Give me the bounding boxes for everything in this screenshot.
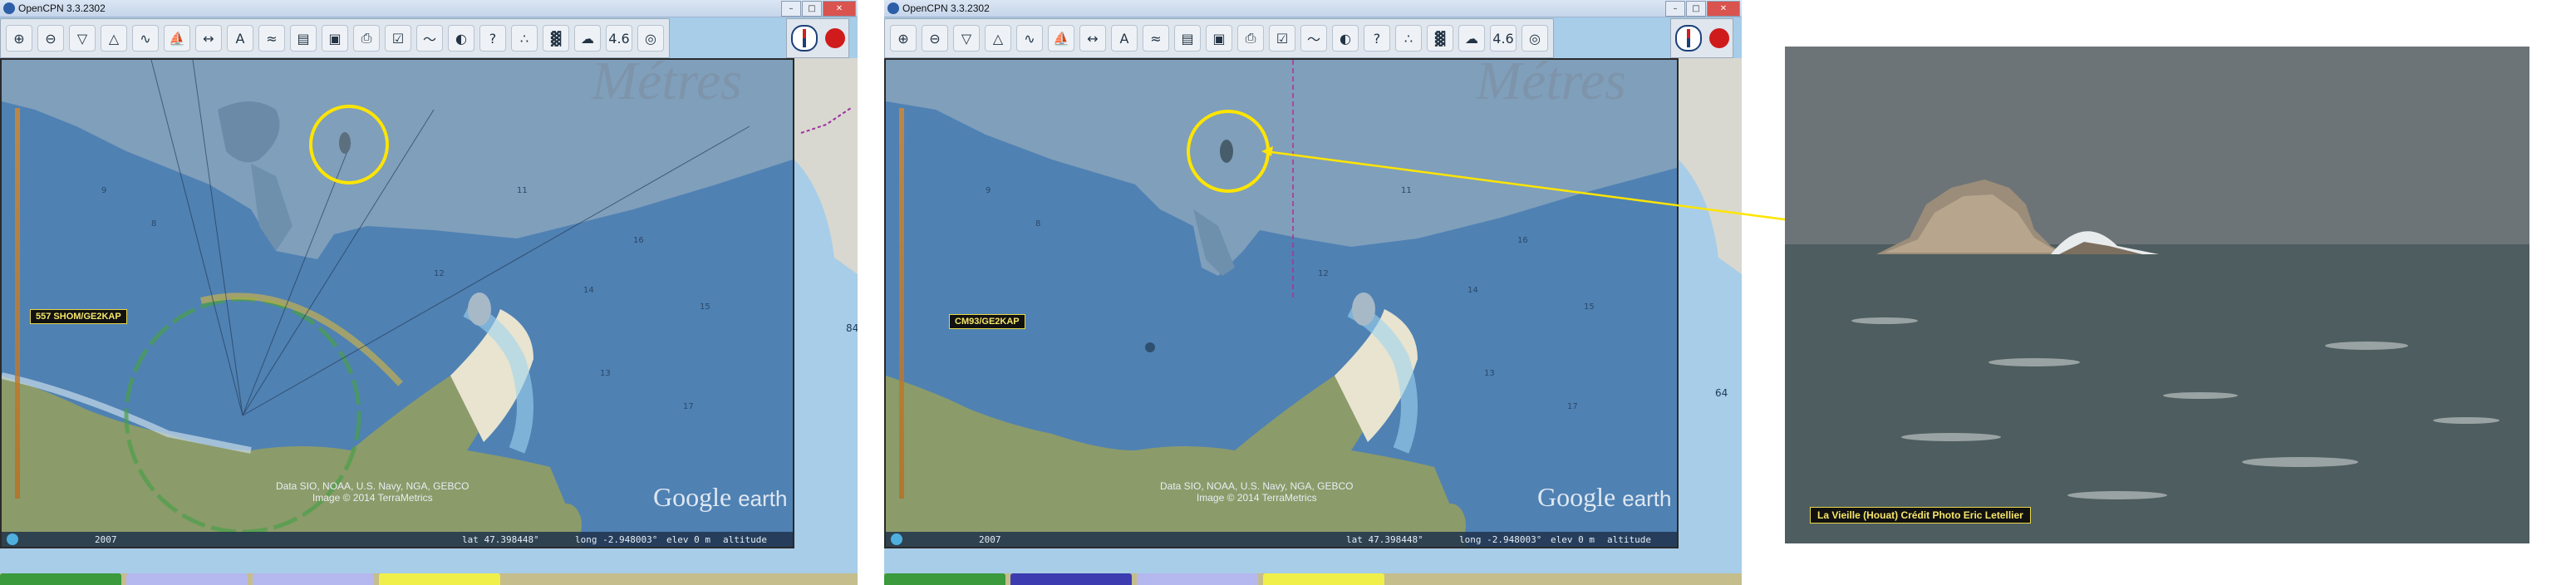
photo-caption: La Vieille (Houat) Crédit Photo Eric Let… — [1810, 507, 2031, 524]
rock-photo: La Vieille (Houat) Crédit Photo Eric Let… — [1785, 47, 2529, 543]
photo-scene — [1785, 47, 2529, 543]
